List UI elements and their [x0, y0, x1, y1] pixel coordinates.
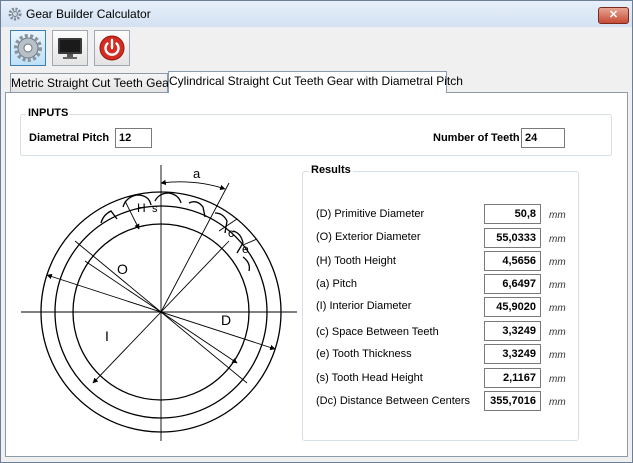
gear-app-icon — [8, 7, 22, 21]
result-unit: mm — [549, 397, 566, 408]
result-label-tooth-head-height: (s) Tooth Head Height — [316, 372, 423, 384]
close-button[interactable]: ✕ — [598, 7, 629, 24]
diagram-label-h: H — [137, 201, 146, 215]
diagram-label-d: D — [221, 312, 231, 328]
result-value-exterior-diameter: 55,0333 — [484, 228, 541, 248]
result-value-space-between-teeth: 3,3249 — [484, 321, 541, 341]
diagram-label-e: e — [242, 242, 249, 256]
diametral-pitch-label: Diametral Pitch — [29, 132, 110, 144]
power-icon — [99, 35, 125, 61]
diagram-label-i: I — [105, 328, 109, 344]
result-label-pitch: (a) Pitch — [316, 278, 357, 290]
result-value-tooth-head-height: 2,1167 — [484, 368, 541, 388]
result-label-interior-diameter: (I) Interior Diameter — [316, 300, 412, 312]
result-unit: mm — [549, 280, 566, 291]
gear-drawing — [21, 165, 297, 441]
tab-cylindrical-diametral-pitch[interactable]: Cylindrical Straight Cut Teeth Gear with… — [168, 71, 463, 93]
results-title: Results — [309, 164, 353, 176]
result-unit: mm — [549, 374, 566, 385]
title-bar: Gear Builder Calculator ✕ — [1, 1, 632, 27]
gear-icon — [14, 34, 42, 62]
inputs-title: INPUTS — [26, 107, 71, 119]
result-value-pitch: 6,6497 — [484, 274, 541, 294]
diagram-label-a: a — [193, 166, 201, 181]
monitor-button[interactable] — [52, 30, 88, 66]
result-label-distance-between-centers: (Dc) Distance Between Centers — [316, 395, 471, 407]
diagram-label-c: c — [228, 226, 234, 240]
teeth-label: Number of Teeth — [433, 132, 520, 144]
result-unit: mm — [549, 327, 566, 338]
result-value-primitive-diameter: 50,8 — [484, 204, 541, 224]
settings-button[interactable] — [10, 30, 46, 66]
window-title: Gear Builder Calculator — [26, 7, 151, 21]
result-label-space-between-teeth: (c) Space Between Teeth — [316, 326, 439, 338]
result-value-tooth-thickness: 3,3249 — [484, 344, 541, 364]
result-unit: mm — [549, 210, 566, 221]
gear-diagram: a H s c e O D I — [21, 165, 297, 441]
result-value-interior-diameter: 45,9020 — [484, 297, 541, 317]
result-value-tooth-height: 4,5656 — [484, 251, 541, 271]
power-button[interactable] — [94, 30, 130, 66]
monitor-icon — [58, 38, 82, 59]
tab-metric-straight-cut[interactable]: Metric Straight Cut Teeth Gear — [10, 73, 173, 93]
diagram-label-s: s — [152, 203, 158, 215]
result-value-distance-between-centers: 355,7016 — [484, 391, 541, 411]
result-unit: mm — [549, 303, 566, 314]
result-label-tooth-height: (H) Tooth Height — [316, 255, 396, 267]
result-label-exterior-diameter: (O) Exterior Diameter — [316, 231, 421, 243]
result-unit: mm — [549, 350, 566, 361]
teeth-input[interactable]: 24 — [521, 128, 565, 148]
result-unit: mm — [549, 257, 566, 268]
result-label-primitive-diameter: (D) Primitive Diameter — [316, 208, 425, 220]
diagram-label-o: O — [117, 261, 128, 277]
app-window: Gear Builder Calculator ✕ Metric Straigh… — [0, 0, 633, 463]
result-unit: mm — [549, 234, 566, 245]
diametral-pitch-input[interactable]: 12 — [115, 128, 152, 148]
result-label-tooth-thickness: (e) Tooth Thickness — [316, 348, 412, 360]
